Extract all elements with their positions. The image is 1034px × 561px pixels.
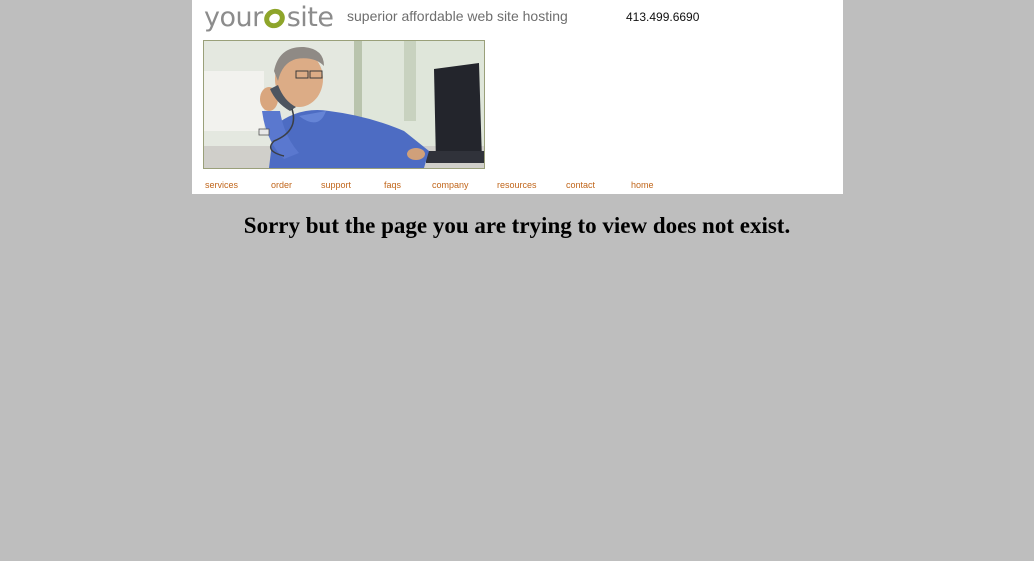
logo-text-your: your [204, 1, 263, 33]
nav-faqs-link[interactable]: faqs [384, 180, 401, 190]
site-logo[interactable]: your site [204, 0, 334, 34]
header-photo [203, 40, 485, 169]
logo-text-site: site [286, 1, 334, 33]
nav-services-link[interactable]: services [205, 180, 238, 190]
error-message: Sorry but the page you are trying to vie… [243, 213, 791, 238]
site-tagline: superior affordable web site hosting [347, 8, 568, 24]
main-nav: services order support faqs company reso… [192, 180, 843, 192]
nav-support-link[interactable]: support [321, 180, 351, 190]
nav-contact-link[interactable]: contact [566, 180, 595, 190]
nav-home-link[interactable]: home [631, 180, 654, 190]
phone-number: 413.499.6690 [626, 10, 700, 24]
logo-ring-icon [260, 4, 288, 32]
nav-resources-link[interactable]: resources [497, 180, 537, 190]
nav-order-link[interactable]: order [271, 180, 292, 190]
nav-company-link[interactable]: company [432, 180, 469, 190]
site-header: your site superior affordable web site h… [192, 0, 843, 194]
